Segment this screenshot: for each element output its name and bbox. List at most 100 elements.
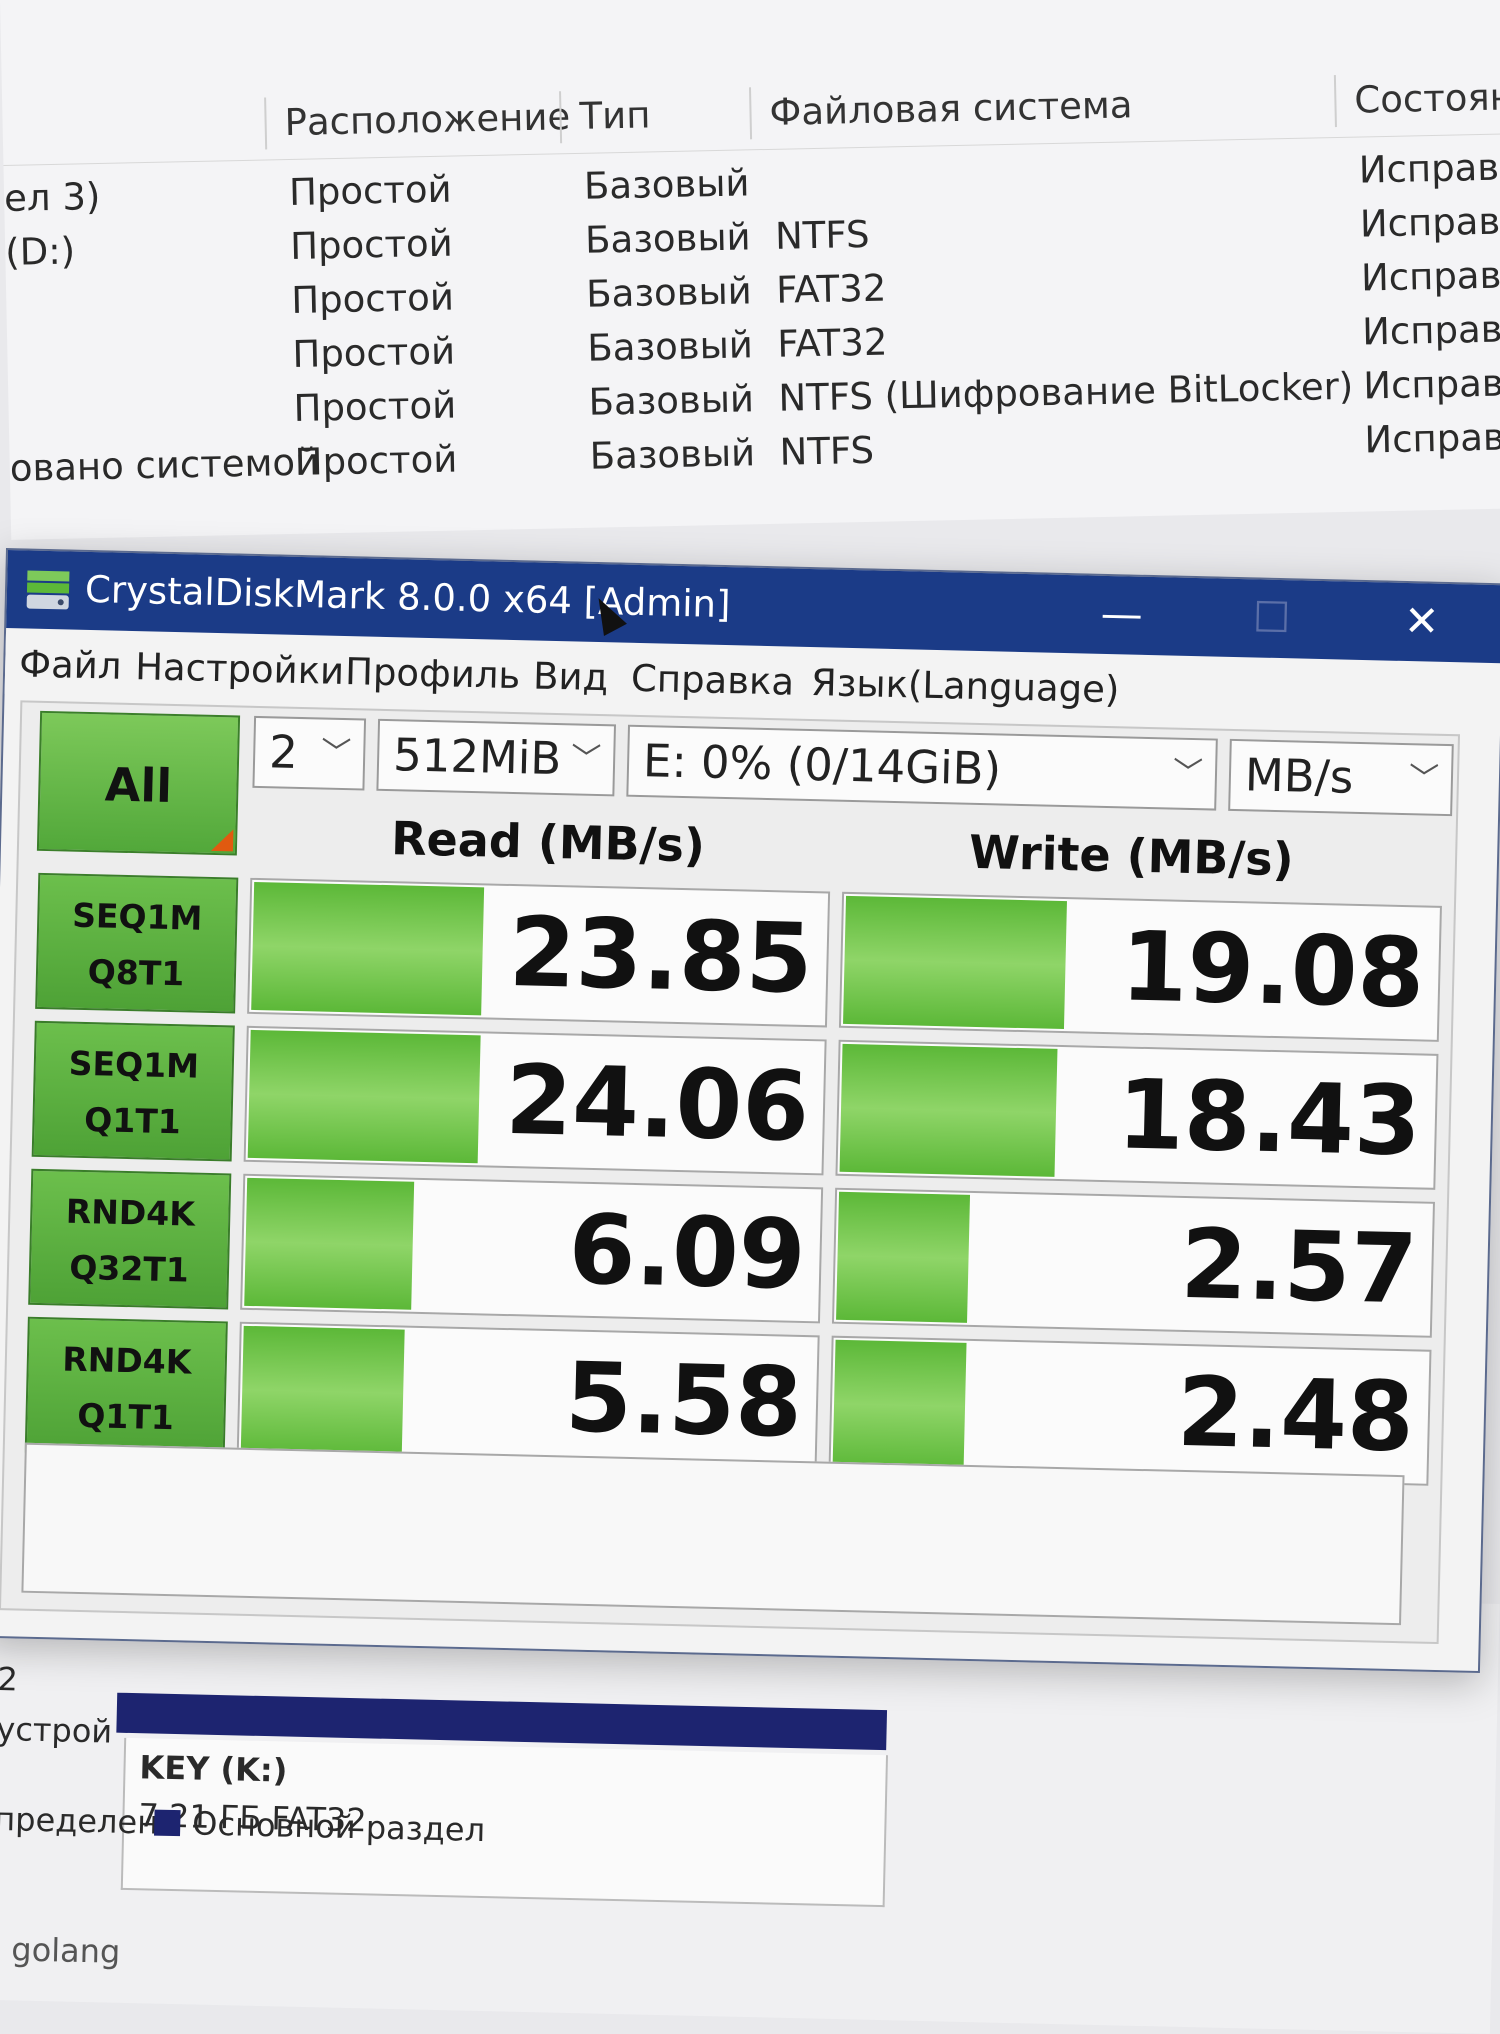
chevron-down-icon: ﹀ <box>1408 761 1440 797</box>
write-value: 2.48 <box>1175 1355 1416 1474</box>
volume-type: Базовый <box>584 215 752 262</box>
size-select[interactable]: 512MiB ﹀ <box>376 718 617 797</box>
app-disk-icon <box>26 570 70 610</box>
read-result-rnd4k-q32t1: 6.09 <box>240 1173 824 1324</box>
unit-select[interactable]: MB/s ﹀ <box>1228 738 1454 817</box>
write-value: 2.57 <box>1179 1207 1419 1326</box>
read-header: Read (MB/s) <box>390 811 706 873</box>
comment-field[interactable] <box>21 1442 1405 1626</box>
read-value: 6.09 <box>567 1193 807 1312</box>
volume-status: Исправ <box>1358 145 1500 192</box>
test-name: RND4K <box>61 1339 192 1382</box>
write-bar <box>843 895 1067 1030</box>
volume-status: Исправе <box>1361 307 1500 354</box>
test-name: SEQ1M <box>68 1043 200 1086</box>
drive-select[interactable]: E: 0% (0/14GiB) ﹀ <box>626 724 1218 811</box>
size-value: 512MiB <box>392 728 562 786</box>
read-bar <box>251 881 485 1016</box>
volume-layout: Простой <box>292 329 456 376</box>
column-layout[interactable]: Расположение <box>264 91 571 150</box>
volume-block-name: KEY (K:) <box>139 1748 288 1790</box>
maximize-button[interactable]: ☐ <box>1236 587 1307 649</box>
volume-layout: Простой <box>289 221 454 268</box>
test-params: Q1T1 <box>76 1395 175 1438</box>
run-all-button[interactable]: All <box>36 710 241 856</box>
write-bar <box>839 1043 1058 1177</box>
volume-filesystem: FAT32 <box>776 320 888 366</box>
count-select[interactable]: 2 ﹀ <box>252 715 367 791</box>
disk-device-label: устрой <box>0 1709 113 1751</box>
volume-name: овано системой <box>9 440 320 490</box>
menu-settings[interactable]: Настройки <box>135 641 345 698</box>
count-value: 2 <box>268 725 299 779</box>
minimize-button[interactable]: — <box>1086 583 1157 645</box>
column-status[interactable]: Состоян <box>1333 70 1500 128</box>
write-bar <box>836 1191 971 1323</box>
volume-status: Исправ <box>1359 199 1500 246</box>
test-button-rnd4k-q1t1[interactable]: RND4K Q1T1 <box>24 1316 228 1458</box>
close-button[interactable]: ✕ <box>1386 591 1457 653</box>
read-result-seq1m-q1t1: 24.06 <box>243 1025 827 1176</box>
write-result-rnd4k-q32t1: 2.57 <box>831 1187 1435 1338</box>
volume-type: Базовый <box>585 269 753 316</box>
legend-primary: Основной раздел <box>191 1804 486 1850</box>
write-result-seq1m-q8t1: 19.08 <box>838 891 1442 1042</box>
volume-status: Исправе <box>1364 415 1500 462</box>
legend-primary-swatch <box>154 1809 181 1837</box>
test-button-rnd4k-q32t1[interactable]: RND4K Q32T1 <box>28 1168 232 1310</box>
volume-filesystem: FAT32 <box>775 266 887 312</box>
menu-help[interactable]: Справка <box>630 653 795 709</box>
volume-layout: Простой <box>290 275 455 322</box>
read-value: 5.58 <box>563 1341 804 1459</box>
volume-type: Базовый <box>589 431 756 478</box>
read-bar <box>247 1029 482 1164</box>
column-filesystem[interactable]: Файловая система <box>748 75 1335 140</box>
volume-layout: Простой <box>294 437 458 484</box>
menu-view[interactable]: Вид <box>533 650 609 704</box>
menu-file[interactable]: Файл <box>19 638 122 692</box>
volume-type: Базовый <box>588 377 755 424</box>
test-params: Q1T1 <box>83 1100 182 1142</box>
test-name: SEQ1M <box>71 895 203 938</box>
write-bar <box>832 1339 967 1471</box>
test-button-seq1m-q1t1[interactable]: SEQ1M Q1T1 <box>31 1020 235 1162</box>
volume-status: Исправе <box>1362 361 1500 408</box>
read-value: 24.06 <box>504 1043 811 1164</box>
unit-value: MB/s <box>1244 748 1354 804</box>
read-bar <box>244 1177 415 1310</box>
test-button-seq1m-q8t1[interactable]: SEQ1M Q8T1 <box>35 872 239 1014</box>
menu-profile[interactable]: Профиль <box>345 646 521 702</box>
read-result-seq1m-q8t1: 23.85 <box>247 877 831 1028</box>
volume-name: ел 3) <box>3 174 101 220</box>
column-type[interactable]: Тип <box>559 87 751 144</box>
crystaldiskmark-window: CrystalDiskMark 8.0.0 x64 [Admin] — ☐ ✕ … <box>0 548 1500 1674</box>
menu-language[interactable]: Язык(Language) <box>810 657 1120 716</box>
volume-filesystem: NTFS <box>779 428 875 474</box>
benchmark-panel: All 2 ﹀ 512MiB ﹀ E: 0% (0/14GiB) ﹀ MB/s ﹀ Re… <box>0 700 1461 1645</box>
chevron-down-icon: ﹀ <box>1172 755 1204 792</box>
test-params: Q8T1 <box>87 952 185 994</box>
volume-layout: Простой <box>293 383 457 430</box>
write-value: 19.08 <box>1119 910 1426 1030</box>
read-value: 23.85 <box>507 895 814 1016</box>
volume-status: Исправе <box>1360 253 1500 300</box>
chevron-down-icon: ﹀ <box>320 735 352 772</box>
write-value: 18.43 <box>1115 1058 1423 1178</box>
volume-list: Расположение Тип Файловая система Состоя… <box>0 0 1500 540</box>
test-name: RND4K <box>65 1191 196 1234</box>
volume-filesystem: NTFS <box>774 212 870 258</box>
chevron-down-icon: ﹀ <box>570 741 602 778</box>
footer-text: golang <box>10 1930 121 1971</box>
write-header: Write (MB/s) <box>968 824 1295 887</box>
read-bar <box>240 1325 405 1458</box>
run-all-label: All <box>104 757 173 813</box>
corner-marker-icon <box>210 828 234 852</box>
volume-layout: Простой <box>288 167 453 214</box>
write-result-seq1m-q1t1: 18.43 <box>835 1039 1439 1190</box>
disk-number: 2 <box>0 1659 19 1699</box>
window-title: CrystalDiskMark 8.0.0 x64 [Admin] <box>84 567 731 627</box>
drive-value: E: 0% (0/14GiB) <box>642 734 1002 796</box>
volume-type: Базовый <box>583 161 750 208</box>
test-params: Q32T1 <box>68 1247 190 1290</box>
volume-name: (D:) <box>4 229 76 274</box>
